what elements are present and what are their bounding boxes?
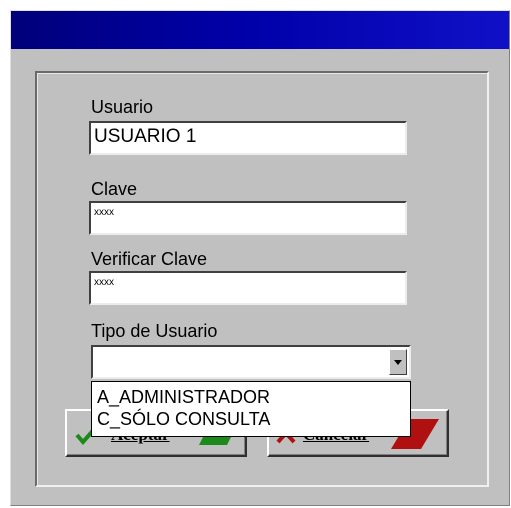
dialog-window: Usuario USUARIO 1 Clave xxxx Verificar C… <box>10 10 510 506</box>
clave-label: Clave <box>91 179 138 199</box>
verificar-clave-label: Verificar Clave <box>91 249 208 269</box>
clave-input[interactable]: xxxx <box>89 201 407 235</box>
usuario-label: Usuario <box>91 97 154 117</box>
tipo-usuario-label: Tipo de Usuario <box>91 321 218 341</box>
tipo-usuario-dropdown-list: A_ADMINISTRADOR C_SÓLO CONSULTA <box>91 381 411 437</box>
usuario-input[interactable]: USUARIO 1 <box>89 121 407 155</box>
title-bar[interactable] <box>11 11 509 49</box>
chevron-down-icon[interactable] <box>389 349 407 375</box>
dropdown-option[interactable]: A_ADMINISTRADOR <box>97 386 270 408</box>
verificar-clave-input[interactable]: xxxx <box>89 271 407 305</box>
dropdown-option[interactable]: C_SÓLO CONSULTA <box>97 408 270 430</box>
tipo-usuario-select[interactable] <box>91 345 411 379</box>
